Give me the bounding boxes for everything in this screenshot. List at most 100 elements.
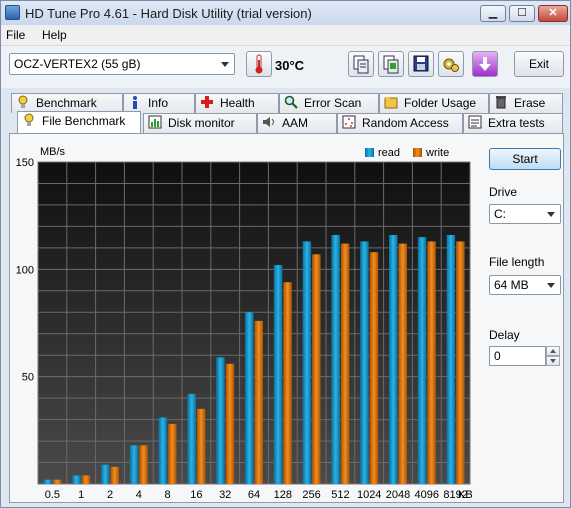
y-tick-label: 150: [16, 157, 34, 169]
copy-screenshot-button[interactable]: [378, 51, 404, 77]
x-tick-label: 8: [165, 489, 171, 501]
bar-write-64: [254, 320, 263, 484]
x-tick-label: 512: [331, 489, 349, 501]
tab-extra-tests-label: Extra tests: [488, 116, 545, 130]
bar-read-64: [245, 312, 254, 484]
tab-row-1: Benchmark Info Health Error Scan Folder …: [11, 93, 563, 113]
menu-bar: File Help: [1, 25, 570, 46]
down-arrow-icon: [479, 57, 491, 71]
legend-write-label: write: [425, 147, 449, 159]
bar-read-512: [331, 234, 340, 484]
app-window: HD Tune Pro 4.61 - Hard Disk Utility (tr…: [0, 0, 571, 508]
drive-dropdown-value: OCZ-VERTEX2 (55 gB): [14, 57, 141, 71]
tab-aam[interactable]: AAM: [257, 113, 337, 133]
spin-up-button[interactable]: [546, 346, 560, 356]
tab-error-scan-label: Error Scan: [304, 96, 362, 110]
tab-health-label: Health: [220, 96, 255, 110]
drive-select[interactable]: C:: [489, 204, 561, 224]
tab-aam-label: AAM: [282, 116, 309, 130]
maximize-button[interactable]: ☐: [509, 5, 535, 22]
bar-write-2: [110, 466, 119, 484]
close-button[interactable]: ✕: [538, 5, 568, 22]
benchmark-chart: 50 100 150 0.5 1 2 4 8 16 32 64 128 256 512 1024 2048 40…: [16, 146, 473, 501]
bar-write-256: [312, 254, 321, 484]
y-tick-label: 100: [16, 264, 34, 276]
bar-write-512: [340, 243, 350, 484]
tab-disk-monitor[interactable]: Disk monitor: [143, 113, 257, 133]
bar-read-2: [101, 464, 110, 484]
legend-read-label: read: [378, 147, 400, 159]
info-icon: [133, 96, 137, 109]
drive-dropdown[interactable]: OCZ-VERTEX2 (55 gB): [9, 53, 235, 75]
tab-health[interactable]: Health: [195, 93, 279, 113]
menu-file[interactable]: File: [6, 28, 25, 42]
file-length-select[interactable]: 64 MB: [489, 275, 561, 295]
y-tick-label: 50: [22, 372, 34, 384]
x-tick-label: 1: [78, 489, 84, 501]
tab-file-benchmark-label: File Benchmark: [42, 114, 126, 128]
benchmark-icon: [18, 95, 28, 108]
delay-input[interactable]: 0: [489, 346, 546, 366]
x-tick-label: 1024: [357, 489, 381, 501]
legend-read-swatch: [365, 148, 374, 157]
bar-read-8192: [446, 234, 456, 484]
bar-write-0.5: [52, 479, 62, 484]
delay-label: Delay: [489, 328, 520, 342]
tab-extra-tests[interactable]: Extra tests: [463, 113, 563, 133]
bar-write-16: [196, 408, 206, 484]
tab-info[interactable]: Info: [123, 93, 195, 113]
tab-random-access[interactable]: Random Access: [337, 113, 463, 133]
tab-erase-label: Erase: [514, 96, 546, 110]
file-length-label: File length: [489, 255, 545, 269]
bar-read-1024: [360, 241, 369, 484]
magnifier-icon: [284, 95, 298, 109]
menu-help[interactable]: Help: [42, 28, 67, 42]
download-button[interactable]: [472, 51, 498, 77]
file-benchmark-icon: [24, 113, 34, 126]
x-tick-label: 256: [302, 489, 320, 501]
save-icon: [413, 55, 429, 72]
drive-label: Drive: [489, 185, 518, 199]
folder-icon: [384, 97, 398, 109]
tab-error-scan[interactable]: Error Scan: [279, 93, 379, 113]
minimize-button[interactable]: ▁: [480, 5, 506, 22]
benchmark-chart-area: 50 100 150 0.5 1 2 4 8 16 32 64 128 256 512 1024 2048 40…: [10, 134, 480, 504]
copy-info-icon: [353, 55, 369, 74]
app-icon: [5, 5, 20, 20]
x-tick-label: 2048: [386, 489, 410, 501]
bar-write-1024: [369, 252, 379, 484]
tab-folder-usage[interactable]: Folder Usage: [379, 93, 489, 113]
tab-benchmark[interactable]: Benchmark: [11, 93, 123, 113]
exit-button[interactable]: Exit: [514, 51, 564, 77]
copy-info-button[interactable]: [348, 51, 374, 77]
file-length-value: 64 MB: [494, 278, 529, 292]
chevron-down-icon: [221, 62, 229, 67]
disk-monitor-icon: [148, 115, 162, 129]
legend-write-swatch: [413, 148, 422, 157]
start-button[interactable]: Start: [489, 148, 561, 170]
bar-write-2048: [398, 243, 407, 484]
thermometer-icon: [255, 54, 263, 74]
temperature-button[interactable]: [246, 51, 272, 77]
tab-file-benchmark[interactable]: File Benchmark: [17, 111, 141, 133]
bar-write-4096: [427, 241, 436, 484]
bar-read-4096: [417, 237, 427, 484]
title-bar[interactable]: HD Tune Pro 4.61 - Hard Disk Utility (tr…: [1, 1, 570, 25]
save-button[interactable]: [408, 51, 434, 77]
x-tick-label: 4096: [415, 489, 439, 501]
trash-icon: [496, 96, 506, 109]
options-button[interactable]: [438, 51, 464, 77]
menu-help-label: Help: [42, 28, 67, 42]
spin-down-button[interactable]: [546, 356, 560, 366]
bar-read-1: [72, 475, 81, 484]
temperature-readout: 30°C: [275, 58, 305, 73]
tab-row-2: File Benchmark Disk monitor AAM Random A…: [17, 111, 563, 133]
drive-select-value: C:: [494, 207, 506, 221]
tab-info-label: Info: [148, 96, 169, 110]
bar-write-8: [168, 423, 177, 484]
delay-spinner: [546, 346, 560, 366]
extra-tests-icon: [468, 115, 482, 129]
copy-screenshot-icon: [383, 55, 399, 74]
tab-erase[interactable]: Erase: [489, 93, 563, 113]
tab-random-access-label: Random Access: [362, 116, 449, 130]
